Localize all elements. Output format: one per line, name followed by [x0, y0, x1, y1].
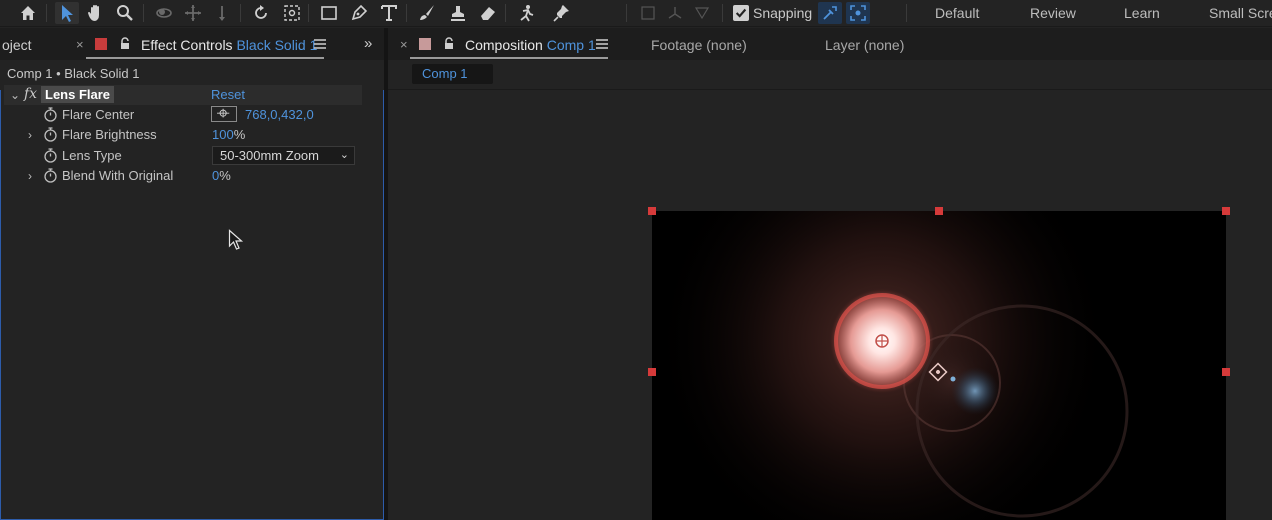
- transform-handle[interactable]: [648, 207, 656, 215]
- tab-composition-title: Composition: [465, 37, 543, 53]
- composition-viewer[interactable]: [388, 91, 1272, 520]
- lock-icon[interactable]: [119, 37, 131, 50]
- hand-tool-icon[interactable]: [84, 2, 108, 24]
- transform-handle[interactable]: [1222, 368, 1230, 376]
- type-tool-icon[interactable]: [377, 2, 401, 24]
- eraser-tool-icon[interactable]: [476, 2, 500, 24]
- selection-tool-icon[interactable]: [55, 2, 79, 24]
- mouse-cursor-icon: [228, 229, 244, 250]
- lens-flare-render: [652, 211, 1226, 520]
- active-tab-underline: [86, 57, 324, 59]
- comp-color-swatch: [419, 38, 431, 50]
- tab-effect-controls[interactable]: Effect Controls Black Solid 1: [141, 37, 317, 53]
- world-axis-icon[interactable]: [636, 2, 660, 24]
- home-icon[interactable]: [16, 2, 40, 24]
- breadcrumb: Comp 1 • Black Solid 1: [7, 66, 140, 81]
- transform-handle[interactable]: [648, 368, 656, 376]
- left-panel-tabbar: oject × Effect Controls Black Solid 1 »: [0, 28, 384, 60]
- snap-edges-icon[interactable]: [818, 2, 842, 24]
- transform-handle[interactable]: [1222, 207, 1230, 215]
- active-tab-underline: [410, 57, 608, 59]
- orbit-camera-icon[interactable]: [152, 2, 176, 24]
- dolly-camera-icon[interactable]: [210, 2, 234, 24]
- local-axis-icon[interactable]: [663, 2, 687, 24]
- view-axis-icon[interactable]: [690, 2, 714, 24]
- composition-canvas[interactable]: [652, 211, 1226, 520]
- panel-menu-icon[interactable]: [314, 39, 326, 49]
- panel-focus-border: [0, 90, 384, 520]
- double-chevron-icon[interactable]: »: [364, 35, 372, 52]
- pen-tool-icon[interactable]: [347, 2, 371, 24]
- composition-subtab-bar: Comp 1: [388, 60, 1272, 90]
- panel-menu-icon[interactable]: [596, 39, 608, 49]
- pan-camera-icon[interactable]: [181, 2, 205, 24]
- tab-project[interactable]: oject: [2, 37, 32, 53]
- snapping-checkbox[interactable]: [733, 5, 749, 21]
- layer-color-swatch: [95, 38, 107, 50]
- tab-comp-name: Comp 1: [546, 37, 596, 53]
- effect-controls-panel: oject × Effect Controls Black Solid 1 » …: [0, 28, 384, 520]
- zoom-tool-icon[interactable]: [113, 2, 137, 24]
- rectangle-tool-icon[interactable]: [317, 2, 341, 24]
- tab-effect-controls-title: Effect Controls: [141, 37, 233, 53]
- workspace-review[interactable]: Review: [1030, 5, 1076, 21]
- clone-stamp-tool-icon[interactable]: [446, 2, 470, 24]
- subtab-comp-1[interactable]: Comp 1: [412, 64, 493, 84]
- composition-panel: × Composition Comp 1 Footage (none) Laye…: [388, 28, 1272, 520]
- workspace-default[interactable]: Default: [935, 5, 979, 21]
- tab-composition[interactable]: Composition Comp 1: [465, 37, 596, 53]
- tab-layer[interactable]: Layer (none): [825, 37, 904, 53]
- close-icon[interactable]: ×: [76, 37, 84, 52]
- workspace-learn[interactable]: Learn: [1124, 5, 1160, 21]
- anchor-point-tool-icon[interactable]: [280, 2, 304, 24]
- tab-layer-name: Black Solid 1: [236, 37, 318, 53]
- snapping-label: Snapping: [753, 5, 813, 21]
- rotation-tool-icon[interactable]: [249, 2, 273, 24]
- brush-tool-icon[interactable]: [415, 2, 439, 24]
- transform-handle[interactable]: [935, 207, 943, 215]
- lock-icon[interactable]: [443, 37, 455, 50]
- puppet-pin-tool-icon[interactable]: [550, 2, 574, 24]
- snap-features-icon[interactable]: [846, 2, 870, 24]
- tab-footage[interactable]: Footage (none): [651, 37, 747, 53]
- close-icon[interactable]: ×: [400, 37, 408, 52]
- tools-toolbar: Snapping Default Review Learn Small Scre: [0, 0, 1272, 27]
- composition-tabbar: × Composition Comp 1 Footage (none) Laye…: [388, 28, 1272, 60]
- roto-brush-tool-icon[interactable]: [514, 2, 538, 24]
- workspace-small-screen[interactable]: Small Scre: [1209, 5, 1272, 21]
